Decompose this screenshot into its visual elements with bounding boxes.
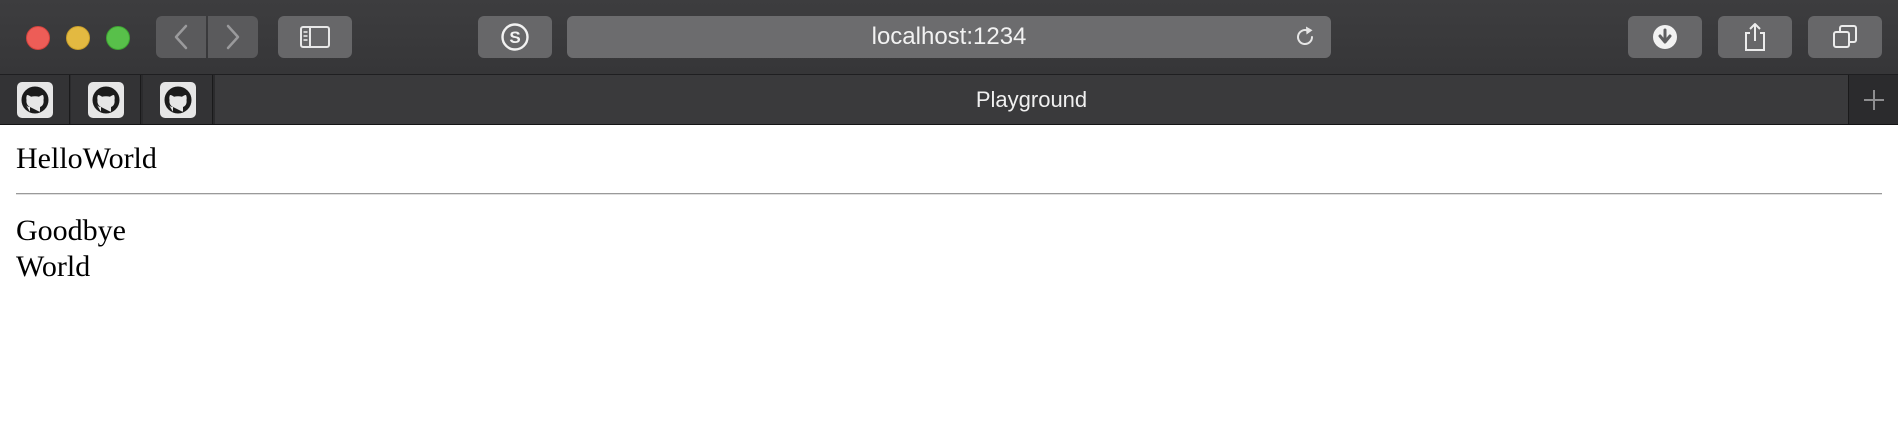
tab-title: Playground — [975, 86, 1088, 112]
pinned-tab[interactable] — [0, 75, 70, 124]
pinned-tab[interactable] — [143, 75, 213, 124]
goodbye-text: Goodbye — [16, 214, 126, 247]
github-icon — [159, 81, 196, 118]
svg-text:S: S — [509, 28, 520, 47]
chevron-right-icon — [226, 24, 240, 50]
extension-s-icon: S — [501, 23, 529, 51]
pinned-tab[interactable] — [71, 75, 141, 124]
github-icon — [87, 81, 124, 118]
chevron-left-icon — [174, 24, 188, 50]
tab-playground[interactable]: Playground — [215, 75, 1849, 124]
horizontal-rule — [16, 193, 1882, 195]
hello-text: Hello — [16, 142, 83, 175]
github-icon — [16, 81, 53, 118]
browser-toolbar: S localhost:1234 — [0, 0, 1898, 75]
page-content: HelloWorld Goodbye World — [0, 125, 1898, 446]
share-icon — [1745, 23, 1765, 51]
forward-button[interactable] — [208, 16, 258, 58]
zoom-window-button[interactable] — [106, 26, 130, 50]
browser-window: S localhost:1234 Playground HelloWorld G… — [0, 0, 1898, 446]
sidebar-toggle-button[interactable] — [278, 16, 352, 58]
world-line-text: World — [16, 250, 91, 283]
minimize-window-button[interactable] — [66, 26, 90, 50]
hello-world-text: HelloWorld — [16, 141, 157, 177]
address-bar[interactable]: localhost:1234 — [567, 16, 1331, 58]
back-button[interactable] — [156, 16, 206, 58]
tab-overview-button[interactable] — [1808, 16, 1882, 58]
world-text: World — [82, 142, 157, 175]
tab-overview-icon — [1833, 25, 1857, 48]
download-icon — [1653, 25, 1677, 49]
close-window-button[interactable] — [26, 26, 50, 50]
plus-icon — [1864, 89, 1884, 110]
tab-bar: Playground — [0, 75, 1898, 125]
extension-button[interactable]: S — [478, 16, 552, 58]
share-button[interactable] — [1718, 16, 1792, 58]
url-text[interactable]: localhost:1234 — [567, 16, 1331, 58]
downloads-button[interactable] — [1628, 16, 1702, 58]
sidebar-icon — [300, 26, 330, 48]
new-tab-button[interactable] — [1850, 75, 1898, 124]
reload-icon[interactable] — [1293, 25, 1317, 49]
